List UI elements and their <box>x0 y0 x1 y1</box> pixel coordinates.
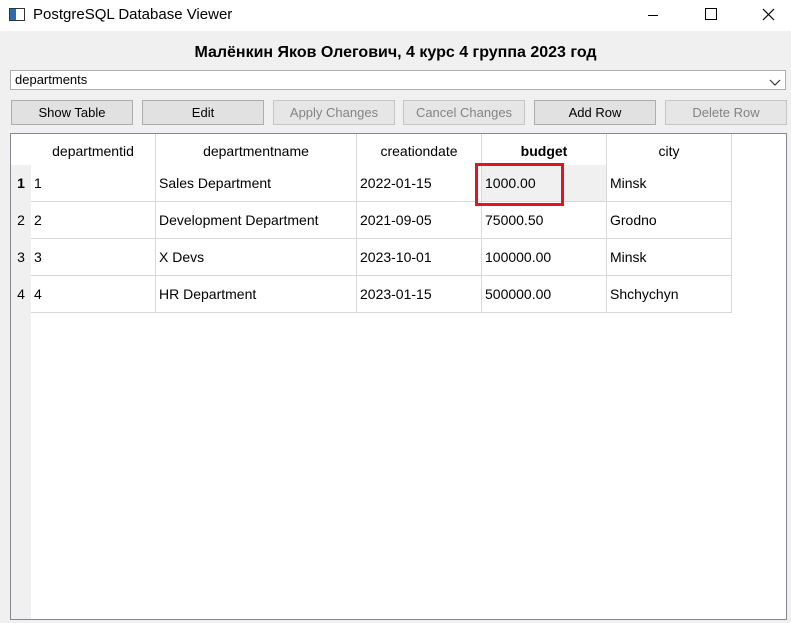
minimize-button[interactable] <box>630 0 676 31</box>
column-header-departmentname[interactable]: departmentname <box>156 134 357 165</box>
add-row-button[interactable]: Add Row <box>534 100 656 125</box>
column-header-departmentid[interactable]: departmentid <box>31 134 156 165</box>
row-header-3[interactable]: 3 <box>11 239 31 276</box>
table-cell[interactable]: 4 <box>31 276 156 313</box>
cancel-changes-button[interactable]: Cancel Changes <box>403 100 525 125</box>
table-corner[interactable] <box>11 134 31 165</box>
chevron-down-icon[interactable] <box>769 75 781 86</box>
table-cell[interactable]: 2021-09-05 <box>357 202 482 239</box>
table-cell[interactable]: 2023-10-01 <box>357 239 482 276</box>
table-cell[interactable]: 2023-01-15 <box>357 276 482 313</box>
table-cell[interactable]: 1 <box>31 165 156 202</box>
table-cell[interactable]: X Devs <box>156 239 357 276</box>
table-cell[interactable]: 500000.00 <box>482 276 607 313</box>
table-cell[interactable]: Minsk <box>607 165 732 202</box>
table-cell[interactable]: 3 <box>31 239 156 276</box>
table-select[interactable]: departments <box>10 70 786 90</box>
table-cell[interactable]: Grodno <box>607 202 732 239</box>
close-button[interactable] <box>745 0 791 31</box>
table-cell[interactable]: Sales Department <box>156 165 357 202</box>
show-table-button[interactable]: Show Table <box>11 100 133 125</box>
column-header-budget[interactable]: budget <box>482 134 607 165</box>
table-cell[interactable]: Minsk <box>607 239 732 276</box>
row-header-1[interactable]: 1 <box>11 165 31 202</box>
row-header-4[interactable]: 4 <box>11 276 31 313</box>
page-heading: Малёнкин Яков Олегович, 4 курс 4 группа … <box>194 44 597 61</box>
edit-button[interactable]: Edit <box>142 100 264 125</box>
app-window-icon <box>9 8 25 21</box>
table-cell[interactable]: Shchychyn <box>607 276 732 313</box>
highlight-annotation <box>475 163 564 206</box>
maximize-button[interactable] <box>687 0 733 31</box>
data-table[interactable]: departmentid departmentname creationdate… <box>10 133 787 620</box>
table-select-value: departments <box>15 72 88 87</box>
window-title: PostgreSQL Database Viewer <box>33 6 233 23</box>
table-cell[interactable]: 2 <box>31 202 156 239</box>
column-header-creationdate[interactable]: creationdate <box>357 134 482 165</box>
table-cell[interactable]: 100000.00 <box>482 239 607 276</box>
title-bar: PostgreSQL Database Viewer <box>0 0 791 31</box>
table-cell[interactable]: 2022-01-15 <box>357 165 482 202</box>
column-header-city[interactable]: city <box>607 134 732 165</box>
apply-changes-button[interactable]: Apply Changes <box>273 100 395 125</box>
table-cell[interactable]: 75000.50 <box>482 202 607 239</box>
row-header-2[interactable]: 2 <box>11 202 31 239</box>
table-cell[interactable]: HR Department <box>156 276 357 313</box>
table-cell[interactable]: Development Department <box>156 202 357 239</box>
delete-row-button[interactable]: Delete Row <box>665 100 787 125</box>
